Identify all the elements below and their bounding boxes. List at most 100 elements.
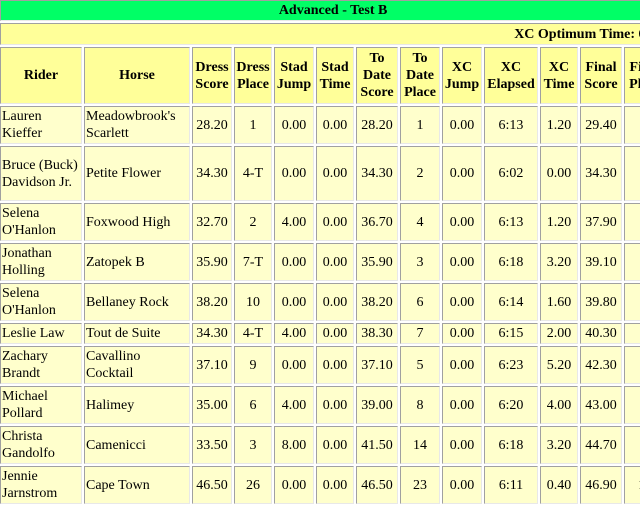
final-place-cell: 5 <box>624 283 640 321</box>
col-header-final-place: Final Place <box>624 47 640 104</box>
xc-jump-cell: 0.00 <box>442 346 482 384</box>
final-score-cell: 37.90 <box>580 203 622 241</box>
final-score-cell: 43.00 <box>580 386 622 424</box>
horse-cell: Halimey <box>84 386 190 424</box>
xc-jump-cell: 0.00 <box>442 283 482 321</box>
xc-elapsed-cell: 6:13 <box>484 203 538 241</box>
dress-place-cell: 3 <box>234 426 272 464</box>
to-date-score-cell: 28.20 <box>356 106 398 144</box>
rider-cell: Zachary Brandt <box>0 346 82 384</box>
dress-score-cell: 35.00 <box>192 386 232 424</box>
to-date-score-cell: 38.20 <box>356 283 398 321</box>
rider-cell: Lauren Kieffer <box>0 106 82 144</box>
col-header-dress-place: Dress Place <box>234 47 272 104</box>
xc-time-cell: 0.00 <box>540 146 578 201</box>
horse-cell: Tout de Suite <box>84 323 190 344</box>
xc-elapsed-cell: 6:14 <box>484 283 538 321</box>
results-body: Lauren Kieffer Meadowbrook's Scarlett 28.2… <box>0 106 640 504</box>
to-date-place-cell: 14 <box>400 426 440 464</box>
dress-place-cell: 1 <box>234 106 272 144</box>
final-place-cell: 10 <box>624 466 640 504</box>
table-row: Jennie Jarnstrom Cape Town 46.50 26 0.00 0.00… <box>0 466 640 504</box>
xc-elapsed-cell: 6:18 <box>484 243 538 281</box>
xc-elapsed-cell: 6:15 <box>484 323 538 344</box>
final-score-cell: 39.10 <box>580 243 622 281</box>
col-header-horse: Horse <box>84 47 190 104</box>
horse-cell: Foxwood High <box>84 203 190 241</box>
stad-time-cell: 0.00 <box>316 203 354 241</box>
to-date-score-cell: 38.30 <box>356 323 398 344</box>
xc-jump-cell: 0.00 <box>442 323 482 344</box>
table-row: Zachary Brandt Cavallino Cocktail 37.10 9 0.… <box>0 346 640 384</box>
horse-cell: Zatopek B <box>84 243 190 281</box>
stad-time-cell: 0.00 <box>316 283 354 321</box>
stad-jump-cell: 4.00 <box>274 203 314 241</box>
col-header-stad-jump: Stad Jump <box>274 47 314 104</box>
dress-place-cell: 7-T <box>234 243 272 281</box>
table-row: Michael Pollard Halimey 35.00 6 4.00 0.00 39.0… <box>0 386 640 424</box>
stad-jump-cell: 8.00 <box>274 426 314 464</box>
stad-jump-cell: 4.00 <box>274 323 314 344</box>
stad-jump-cell: 0.00 <box>274 466 314 504</box>
header-row: Rider Horse Dress Score Dress Place Stad… <box>0 47 640 104</box>
xc-time-cell: 2.00 <box>540 323 578 344</box>
dress-place-cell: 9 <box>234 346 272 384</box>
final-score-cell: 44.70 <box>580 426 622 464</box>
dress-score-cell: 34.30 <box>192 146 232 201</box>
stad-jump-cell: 4.00 <box>274 386 314 424</box>
final-score-cell: 34.30 <box>580 146 622 201</box>
xc-time-cell: 3.20 <box>540 426 578 464</box>
xc-jump-cell: 0.00 <box>442 243 482 281</box>
dress-place-cell: 10 <box>234 283 272 321</box>
rider-cell: Leslie Law <box>0 323 82 344</box>
col-header-final-score: Final Score <box>580 47 622 104</box>
final-place-cell: 7 <box>624 346 640 384</box>
xc-jump-cell: 0.00 <box>442 203 482 241</box>
table-row: Selena O'Hanlon Foxwood High 32.70 2 4.00 0.0… <box>0 203 640 241</box>
to-date-place-cell: 2 <box>400 146 440 201</box>
col-header-dress-score: Dress Score <box>192 47 232 104</box>
col-header-to-date-place: To Date Place <box>400 47 440 104</box>
horse-cell: Cavallino Cocktail <box>84 346 190 384</box>
final-score-cell: 40.30 <box>580 323 622 344</box>
xc-time-cell: 1.60 <box>540 283 578 321</box>
rider-cell: Christa Gandolfo <box>0 426 82 464</box>
final-place-cell: 8 <box>624 386 640 424</box>
to-date-score-cell: 46.50 <box>356 466 398 504</box>
to-date-place-cell: 1 <box>400 106 440 144</box>
dress-score-cell: 28.20 <box>192 106 232 144</box>
dress-score-cell: 34.30 <box>192 323 232 344</box>
xc-elapsed-cell: 6:18 <box>484 426 538 464</box>
to-date-place-cell: 5 <box>400 346 440 384</box>
stad-time-cell: 0.00 <box>316 323 354 344</box>
dress-place-cell: 6 <box>234 386 272 424</box>
stad-time-cell: 0.00 <box>316 106 354 144</box>
rider-cell: Michael Pollard <box>0 386 82 424</box>
final-score-cell: 42.30 <box>580 346 622 384</box>
stad-time-cell: 0.00 <box>316 146 354 201</box>
stad-jump-cell: 0.00 <box>274 346 314 384</box>
results-table: Advanced - Test B XC Optimum Time: 6:09 … <box>0 0 640 506</box>
horse-cell: Camenicci <box>84 426 190 464</box>
division-title: Advanced - Test B <box>0 0 640 21</box>
horse-cell: Bellaney Rock <box>84 283 190 321</box>
table-row: Christa Gandolfo Camenicci 33.50 3 8.00 0.00 4… <box>0 426 640 464</box>
dress-score-cell: 35.90 <box>192 243 232 281</box>
xc-elapsed-cell: 6:23 <box>484 346 538 384</box>
stad-time-cell: 0.00 <box>316 386 354 424</box>
rider-cell: Bruce (Buck) Davidson Jr. <box>0 146 82 201</box>
final-place-cell: 2 <box>624 146 640 201</box>
col-header-xc-jump: XC Jump <box>442 47 482 104</box>
xc-jump-cell: 0.00 <box>442 466 482 504</box>
to-date-score-cell: 36.70 <box>356 203 398 241</box>
stad-time-cell: 0.00 <box>316 466 354 504</box>
final-score-cell: 39.80 <box>580 283 622 321</box>
xc-elapsed-cell: 6:20 <box>484 386 538 424</box>
to-date-score-cell: 37.10 <box>356 346 398 384</box>
col-header-to-date-score: To Date Score <box>356 47 398 104</box>
xc-time-cell: 4.00 <box>540 386 578 424</box>
col-header-rider: Rider <box>0 47 82 104</box>
to-date-score-cell: 39.00 <box>356 386 398 424</box>
dress-place-cell: 4-T <box>234 146 272 201</box>
dress-place-cell: 4-T <box>234 323 272 344</box>
